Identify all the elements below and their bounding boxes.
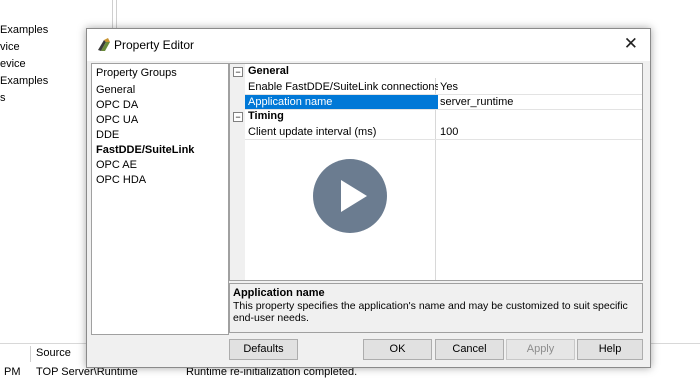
bg-panel-divider	[112, 0, 113, 30]
play-icon	[341, 180, 367, 212]
property-row-client-update-interval[interactable]: Client update interval (ms) 100	[230, 124, 642, 139]
property-name: Application name	[245, 95, 438, 109]
property-groups-header: Property Groups	[96, 67, 177, 79]
group-item-opc-ua[interactable]: OPC UA	[96, 113, 194, 128]
column-divider[interactable]	[30, 346, 31, 362]
category-label: General	[248, 65, 289, 77]
collapse-icon[interactable]: −	[233, 67, 243, 77]
category-timing[interactable]: − Timing	[230, 110, 642, 124]
group-item-opc-ae[interactable]: OPC AE	[96, 158, 194, 173]
defaults-button[interactable]: Defaults	[229, 339, 298, 360]
ok-button[interactable]: OK	[363, 339, 432, 360]
bg-panel-divider	[116, 0, 117, 30]
property-value[interactable]: Yes	[437, 80, 642, 94]
property-groups-list: Property Groups General OPC DA OPC UA DD…	[91, 63, 229, 335]
group-item-general[interactable]: General	[96, 83, 194, 98]
close-icon[interactable]: ✕	[624, 34, 638, 54]
property-name: Enable FastDDE/SuiteLink connections...	[248, 81, 438, 93]
column-header-source[interactable]: Source	[36, 347, 71, 359]
group-item-opc-da[interactable]: OPC DA	[96, 98, 194, 113]
row-divider	[245, 139, 642, 140]
property-value[interactable]: 100	[437, 125, 642, 139]
property-row-enable-fastdde[interactable]: Enable FastDDE/SuiteLink connections... …	[230, 79, 642, 94]
group-item-dde[interactable]: DDE	[96, 128, 194, 143]
dialog-titlebar[interactable]: Property Editor ✕	[87, 29, 650, 61]
help-button[interactable]: Help	[577, 339, 643, 360]
description-panel: Application name This property specifies…	[229, 283, 643, 333]
play-button[interactable]	[313, 159, 387, 233]
group-item-opc-hda[interactable]: OPC HDA	[96, 173, 194, 188]
description-title: Application name	[233, 287, 325, 299]
application-name-field[interactable]: server_runtime	[437, 95, 642, 109]
cancel-button[interactable]: Cancel	[435, 339, 504, 360]
property-grid: − General Enable FastDDE/SuiteLink conne…	[229, 63, 643, 281]
description-body: This property specifies the application'…	[233, 300, 628, 324]
property-row-application-name[interactable]: Application name server_runtime	[230, 94, 642, 109]
dialog-title: Property Editor	[114, 38, 195, 52]
apply-button[interactable]: Apply	[506, 339, 575, 360]
collapse-icon[interactable]: −	[233, 112, 243, 122]
log-time-cell: PM	[4, 366, 21, 378]
group-item-fastdde-suitelink[interactable]: FastDDE/SuiteLink	[96, 143, 194, 158]
category-general[interactable]: − General	[230, 65, 642, 79]
category-label: Timing	[248, 110, 284, 122]
property-name: Client update interval (ms)	[248, 126, 377, 138]
app-icon	[96, 37, 112, 53]
